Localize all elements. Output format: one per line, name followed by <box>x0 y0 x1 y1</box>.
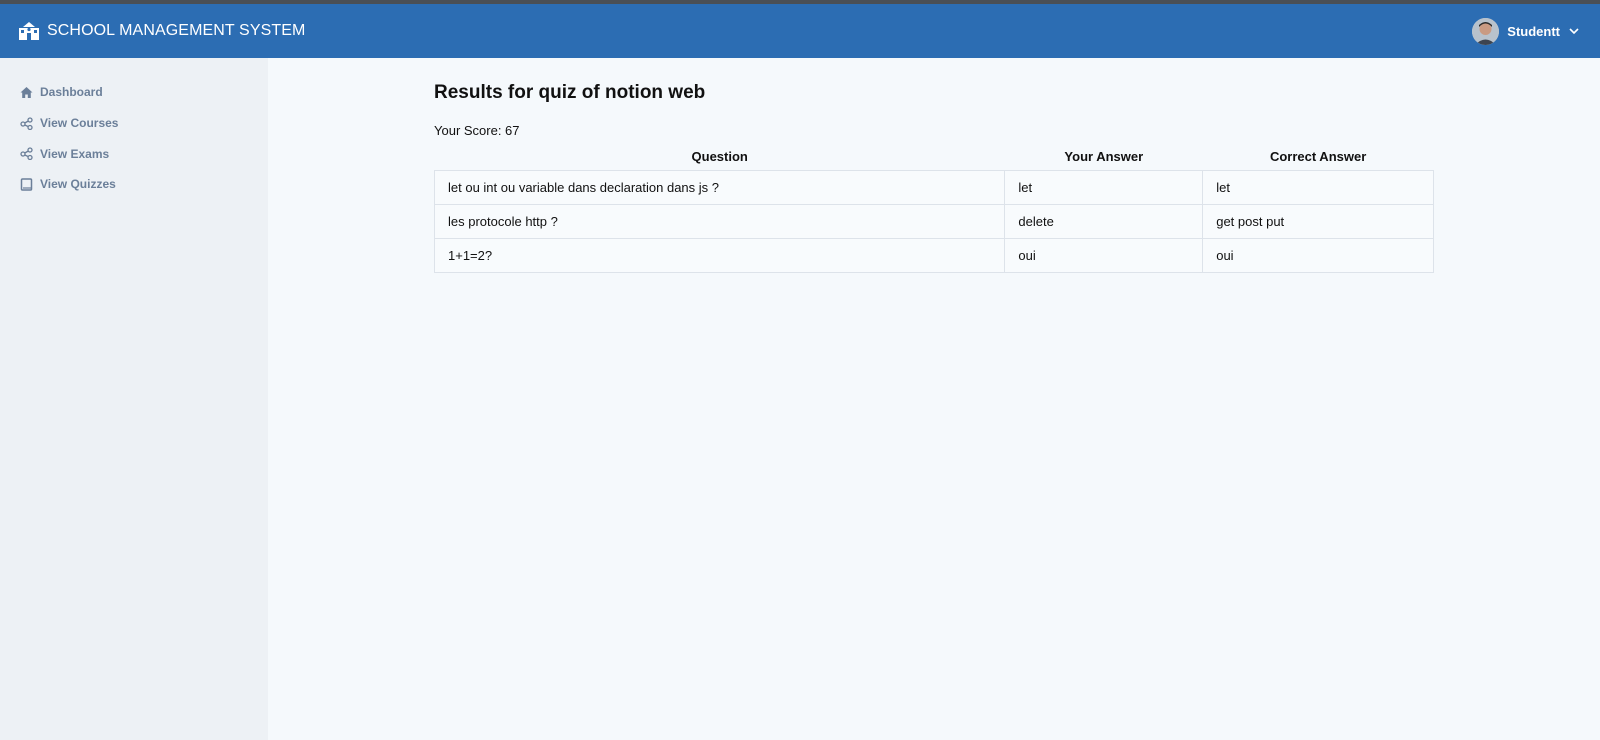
correct-answer-cell: let <box>1202 169 1434 205</box>
score-text: Your Score: 67 <box>434 123 520 138</box>
sidebar-item-label: View Quizzes <box>40 177 116 192</box>
correct-answer-cell: get post put <box>1202 203 1434 239</box>
table-row: let ou int ou variable dans declaration … <box>433 169 1434 205</box>
table-header-row: Question Your Answer Correct Answer <box>435 143 1434 170</box>
question-cell: les protocole http ? <box>433 203 1006 239</box>
sidebar-item-view-courses[interactable]: View Courses <box>0 108 268 139</box>
brand[interactable]: SCHOOL MANAGEMENT SYSTEM <box>19 22 305 40</box>
school-icon <box>19 22 39 40</box>
results-table: Question Your Answer Correct Answer let … <box>433 143 1434 273</box>
table-row: 1+1=2? oui oui <box>433 237 1434 273</box>
your-answer-cell: delete <box>1004 203 1204 239</box>
top-navbar: SCHOOL MANAGEMENT SYSTEM Studentt <box>0 4 1600 58</box>
sidebar-item-label: Dashboard <box>40 85 103 100</box>
share-nodes-icon <box>20 116 33 130</box>
sidebar-item-view-quizzes[interactable]: View Quizzes <box>0 169 268 200</box>
sidebar-item-view-exams[interactable]: View Exams <box>0 138 268 169</box>
correct-answer-cell: oui <box>1202 237 1434 273</box>
user-menu[interactable]: Studentt <box>1472 17 1580 45</box>
quiz-results: Results for quiz of notion web Your Scor… <box>433 82 1434 273</box>
column-header-correct-answer: Correct Answer <box>1269 148 1367 164</box>
page-title: Results for quiz of notion web <box>434 82 706 103</box>
question-cell: 1+1=2? <box>433 237 1006 273</box>
user-name: Studentt <box>1507 23 1560 39</box>
chevron-down-icon <box>1568 25 1580 37</box>
sidebar-item-label: View Courses <box>40 116 119 131</box>
home-icon <box>20 86 33 99</box>
avatar <box>1472 17 1500 45</box>
column-header-your-answer: Your Answer <box>1064 148 1144 164</box>
question-cell: let ou int ou variable dans declaration … <box>433 169 1006 205</box>
brand-title: SCHOOL MANAGEMENT SYSTEM <box>47 22 306 39</box>
sidebar-item-dashboard[interactable]: Dashboard <box>0 77 268 108</box>
your-answer-cell: oui <box>1004 237 1204 273</box>
your-answer-cell: let <box>1004 169 1204 205</box>
sidebar-item-label: View Exams <box>40 146 110 161</box>
sidebar: Dashboard View Courses View Exams View Q… <box>0 58 268 740</box>
main-content: Results for quiz of notion web Your Scor… <box>268 58 1600 740</box>
share-nodes-icon <box>20 147 33 161</box>
column-header-question: Question <box>691 148 748 164</box>
book-icon <box>20 178 33 191</box>
table-row: les protocole http ? delete get post put <box>433 203 1434 239</box>
